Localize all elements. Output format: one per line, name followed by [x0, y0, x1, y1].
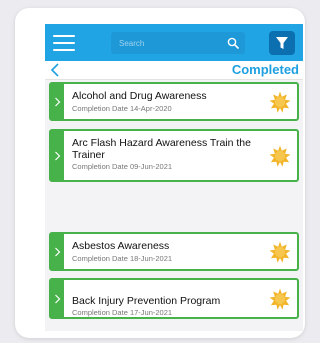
list-item[interactable]: Asbestos Awareness Completion Date 18-Ju… — [49, 232, 299, 271]
course-title: Back Injury Prevention Program — [72, 295, 221, 307]
chevron-right-icon — [55, 247, 61, 256]
list-item[interactable]: Alcohol and Drug Awareness Completion Da… — [49, 82, 299, 121]
sun-badge-icon — [269, 91, 291, 113]
expand-tab[interactable] — [51, 234, 64, 269]
sun-badge-icon — [269, 288, 291, 310]
chevron-right-icon — [55, 294, 61, 303]
app-screen: Completed Alcohol and Drug Awareness Com… — [45, 24, 303, 331]
sun-badge-icon — [269, 241, 291, 263]
top-navigation-bar — [45, 24, 303, 61]
app-card: Completed Alcohol and Drug Awareness Com… — [15, 8, 305, 338]
completion-date: Completion Date 18-Jun-2021 — [72, 254, 173, 263]
search-box[interactable] — [111, 32, 245, 54]
filter-button[interactable] — [269, 31, 295, 55]
chevron-right-icon — [55, 151, 61, 160]
course-title: Alcohol and Drug Awareness — [72, 90, 207, 102]
chevron-right-icon — [55, 97, 61, 106]
hamburger-icon[interactable] — [53, 34, 75, 52]
list-item[interactable]: Back Injury Prevention Program Completio… — [49, 278, 299, 319]
filter-icon — [276, 37, 288, 49]
expand-tab[interactable] — [51, 280, 64, 317]
course-title: Arc Flash Hazard Awareness Train the Tra… — [72, 137, 251, 161]
sun-badge-icon — [269, 145, 291, 167]
search-icon[interactable] — [227, 37, 239, 49]
list-item[interactable]: Arc Flash Hazard Awareness Train the Tra… — [49, 129, 299, 182]
completion-date: Completion Date 09-Jun-2021 — [72, 162, 173, 171]
completion-date: Completion Date 17-Jun-2021 — [72, 308, 173, 317]
sub-header-bar: Completed — [45, 61, 303, 80]
expand-tab[interactable] — [51, 84, 64, 119]
expand-tab[interactable] — [51, 131, 64, 180]
completion-date: Completion Date 14-Apr-2020 — [72, 104, 172, 113]
course-title: Asbestos Awareness — [72, 240, 170, 252]
search-input[interactable] — [111, 32, 229, 54]
chevron-left-icon[interactable] — [49, 62, 63, 78]
page-title: Completed — [231, 62, 299, 77]
